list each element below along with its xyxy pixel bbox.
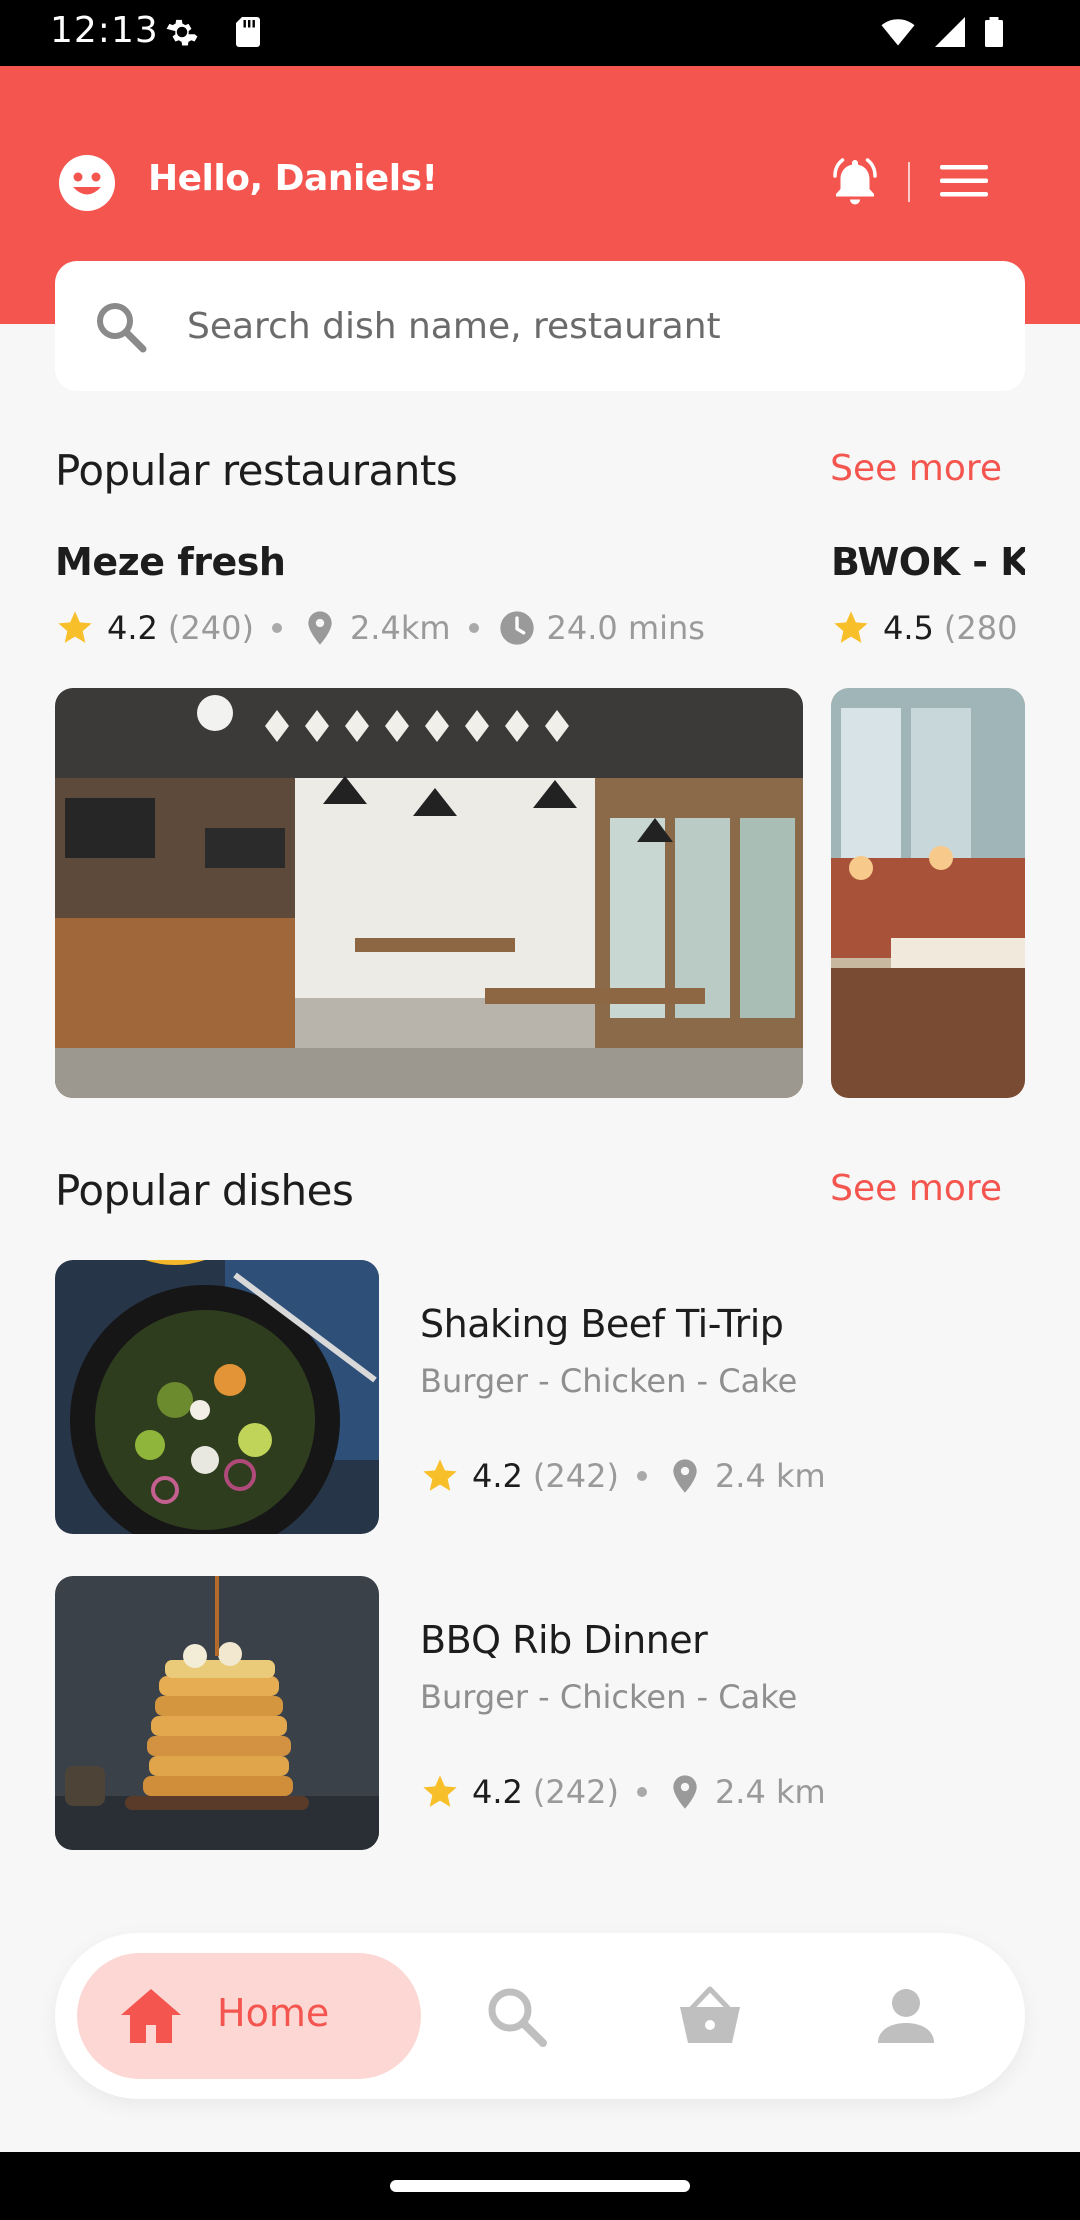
separator-dot (636, 1787, 647, 1797)
search-input[interactable] (187, 295, 987, 357)
restaurant-delivery-time: 24.0 mins (546, 609, 705, 647)
search-icon (97, 303, 147, 353)
dish-meta: 4.2 (242) 2.4 km (420, 1772, 826, 1812)
bottom-navigation: Home (55, 1933, 1025, 2099)
dish-photo (55, 1576, 379, 1850)
star-icon (423, 1459, 457, 1491)
dish-distance: 2.4 km (714, 1457, 826, 1495)
battery-icon (985, 17, 1003, 47)
status-bar: 12:13 (0, 0, 1080, 66)
dishes-see-more-link[interactable]: See more (830, 1168, 1002, 1209)
dish-review-count: (242) (532, 1457, 619, 1495)
system-navigation-bar (0, 2152, 1080, 2220)
dish-name: BBQ Rib Dinner (420, 1618, 708, 1662)
restaurant-name: BWOK - Ki (831, 540, 1025, 584)
restaurant-rating: 4.5 (883, 609, 934, 647)
status-time: 12:13 (50, 10, 159, 51)
home-gesture-handle[interactable] (390, 2180, 690, 2192)
profile-icon[interactable] (873, 1983, 939, 2049)
smile-icon[interactable] (58, 154, 116, 212)
dish-distance: 2.4 km (714, 1773, 826, 1811)
separator-dot (636, 1471, 647, 1481)
search-icon[interactable] (483, 1983, 549, 2049)
restaurant-card[interactable]: Meze fresh 4.2 (240) 2.4km 24.0 mins (55, 540, 803, 1100)
restaurant-photo (831, 688, 1025, 1098)
separator-dot (271, 623, 282, 633)
restaurant-rating: 4.2 (107, 609, 158, 647)
star-icon (834, 611, 868, 643)
dish-rating: 4.2 (472, 1457, 523, 1495)
search-bar[interactable] (55, 261, 1025, 391)
dish-meta: 4.2 (242) 2.4 km (420, 1456, 826, 1496)
settings-icon (166, 19, 198, 46)
basket-icon[interactable] (677, 1983, 743, 2049)
dish-photo (55, 1260, 379, 1534)
dish-rating: 4.2 (472, 1773, 523, 1811)
location-pin-icon (673, 1775, 697, 1809)
dish-name: Shaking Beef Ti-Trip (420, 1302, 784, 1346)
location-pin-icon (308, 611, 332, 645)
restaurant-review-count: (240) (167, 609, 254, 647)
dish-card[interactable]: Shaking Beef Ti-Trip Burger - Chicken - … (55, 1260, 1025, 1534)
restaurant-photo (55, 688, 803, 1098)
restaurants-see-more-link[interactable]: See more (830, 448, 1002, 489)
bell-icon[interactable] (826, 152, 884, 210)
restaurants-section-title: Popular restaurants (55, 446, 458, 495)
star-icon (58, 611, 92, 643)
restaurant-card[interactable]: BWOK - Ki 4.5 (280 (831, 540, 1025, 1100)
wifi-icon (881, 19, 915, 46)
dish-review-count: (242) (532, 1773, 619, 1811)
dish-categories: Burger - Chicken - Cake (420, 1678, 798, 1716)
restaurant-distance: 2.4km (349, 609, 451, 647)
restaurant-name: Meze fresh (55, 540, 286, 584)
dish-card[interactable]: BBQ Rib Dinner Burger - Chicken - Cake 4… (55, 1576, 1025, 1850)
sd-card-icon (236, 17, 260, 47)
star-icon (423, 1775, 457, 1807)
separator-dot (468, 623, 479, 633)
restaurant-meta: 4.5 (280 (831, 608, 1017, 648)
nav-home-label: Home (217, 1991, 330, 2035)
nav-home-tab[interactable]: Home (77, 1953, 421, 2079)
dishes-section-title: Popular dishes (55, 1166, 354, 1215)
dish-categories: Burger - Chicken - Cake (420, 1362, 798, 1400)
restaurant-review-count: (280 (943, 609, 1018, 647)
greeting-text: Hello, Daniels! (148, 158, 438, 199)
clock-icon (499, 611, 534, 645)
menu-icon[interactable] (938, 156, 992, 206)
signal-icon (935, 17, 965, 47)
location-pin-icon (673, 1459, 697, 1493)
home-icon (121, 1989, 181, 2043)
restaurant-meta: 4.2 (240) 2.4km 24.0 mins (55, 608, 705, 648)
header-divider (908, 162, 910, 202)
